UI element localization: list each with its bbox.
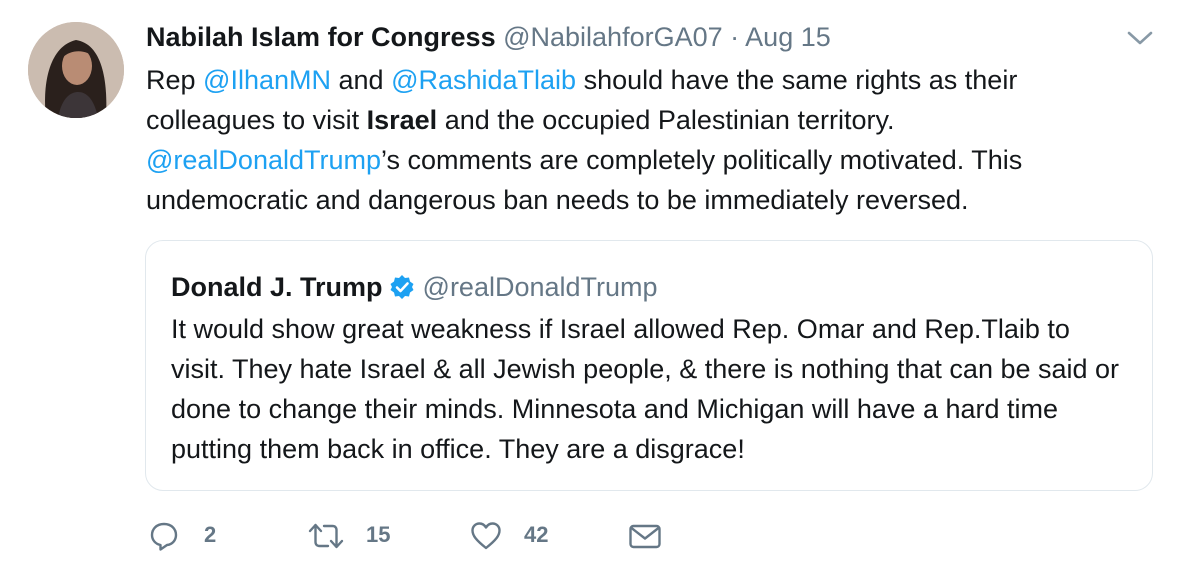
avatar-image — [28, 22, 124, 118]
bold-text: Israel — [366, 105, 438, 135]
tweet-text-part: and the occupied Palestinian territory. — [437, 105, 895, 135]
tweet: Nabilah Islam for Congress @NabilahforGA… — [0, 0, 1180, 576]
reply-button[interactable]: 2 — [146, 516, 226, 556]
quoted-author-name: Donald J. Trump — [171, 272, 383, 302]
heart-icon — [471, 522, 501, 550]
like-button[interactable]: 42 — [470, 516, 570, 556]
envelope-icon — [629, 524, 661, 549]
chevron-down-icon[interactable] — [1126, 28, 1154, 48]
mention-link[interactable]: @realDonaldTrump — [146, 145, 381, 175]
avatar[interactable] — [28, 22, 124, 118]
reply-count: 2 — [204, 522, 217, 547]
reply-icon — [150, 522, 178, 551]
retweet-icon — [308, 523, 344, 549]
mention-link[interactable]: @RashidaTlaib — [391, 65, 576, 95]
like-count: 42 — [524, 522, 549, 547]
author-name[interactable]: Nabilah Islam for Congress — [146, 22, 496, 52]
author-handle[interactable]: @NabilahforGA07 — [503, 22, 723, 52]
tweet-timestamp[interactable]: Aug 15 — [745, 22, 831, 52]
header-separator: · — [730, 22, 740, 52]
quoted-tweet[interactable]: Donald J. Trump @realDonaldTrump It would… — [145, 240, 1153, 491]
quoted-author-handle: @realDonaldTrump — [422, 272, 658, 302]
quoted-tweet-header: Donald J. Trump @realDonaldTrump — [171, 271, 658, 303]
direct-message-button[interactable] — [628, 516, 668, 556]
retweet-button[interactable]: 15 — [308, 516, 408, 556]
quoted-tweet-text: It would show great weakness if Israel a… — [171, 314, 1120, 464]
tweet-text-part: Rep — [146, 65, 204, 95]
mention-link[interactable]: @IlhanMN — [203, 65, 331, 95]
retweet-count: 15 — [366, 522, 391, 547]
tweet-text: Rep @IlhanMN and @RashidaTlaib should ha… — [146, 60, 1106, 220]
tweet-text-part: and — [331, 65, 392, 95]
tweet-header: Nabilah Islam for Congress @NabilahforGA… — [146, 21, 831, 53]
verified-badge-icon — [389, 274, 415, 300]
